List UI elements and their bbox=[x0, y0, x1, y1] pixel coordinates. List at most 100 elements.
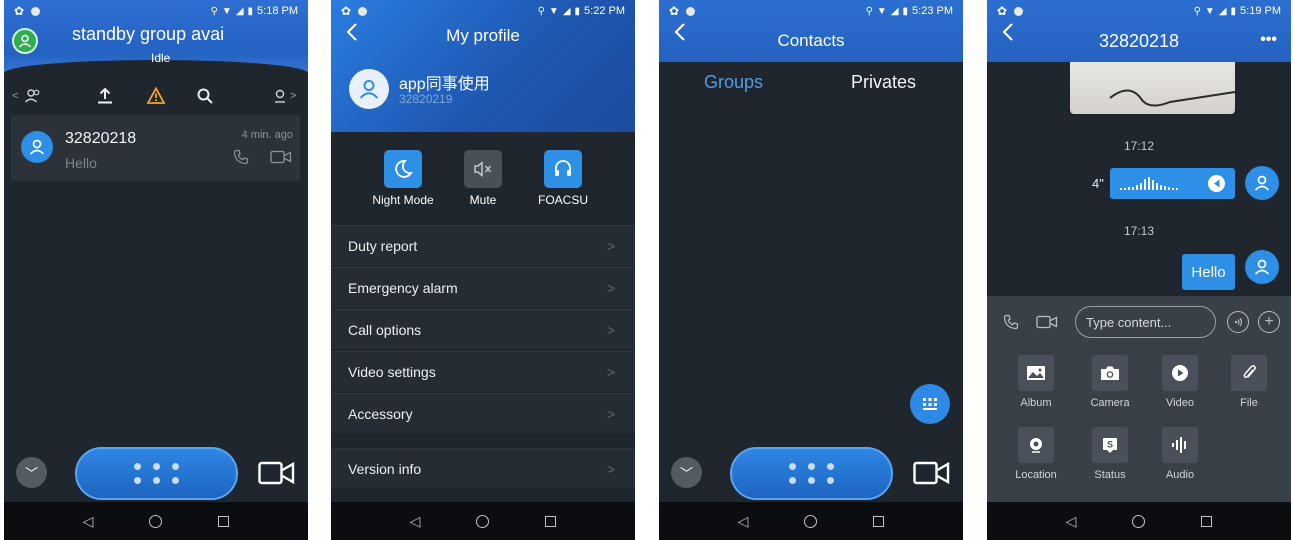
dialpad-button[interactable] bbox=[910, 384, 950, 424]
collapse-button[interactable]: ﹀ bbox=[16, 457, 47, 488]
users-icon[interactable] bbox=[24, 88, 42, 107]
recent-apps-icon[interactable] bbox=[218, 515, 230, 527]
foacsu-button[interactable]: FOACSU bbox=[525, 150, 601, 207]
chevron-down-icon: ﹀ bbox=[24, 466, 38, 481]
compose-panel: + Album Camera Video File Location S Sta… bbox=[987, 296, 1291, 502]
back-icon[interactable]: ◁ bbox=[410, 513, 421, 530]
location-icon[interactable] bbox=[272, 88, 288, 107]
push-to-talk-button[interactable] bbox=[730, 447, 893, 500]
video-call-icon[interactable] bbox=[1036, 314, 1058, 335]
recent-apps-icon[interactable] bbox=[1201, 515, 1213, 527]
add-icon[interactable]: + bbox=[1258, 311, 1280, 333]
play-icon[interactable] bbox=[1208, 175, 1225, 192]
list-item[interactable]: 32820218 Hello 4 min. ago bbox=[11, 115, 300, 181]
user-icon bbox=[18, 34, 32, 48]
waveform-icon bbox=[1120, 176, 1178, 190]
signal-icon: ◢ bbox=[562, 5, 571, 17]
menu-item-video-settings[interactable]: Video settings > bbox=[331, 351, 635, 391]
notification-dot-icon bbox=[686, 6, 696, 16]
more-options-icon[interactable]: ••• bbox=[1260, 31, 1277, 49]
recent-apps-icon[interactable] bbox=[873, 515, 885, 527]
cable-photo-icon bbox=[1109, 89, 1236, 107]
message-input[interactable] bbox=[1075, 306, 1216, 338]
chevron-right-icon: > bbox=[606, 405, 615, 422]
contacts-screen: ✿ ⚲ ▼ ◢ ▮ 5:23 PM Contacts Groups Privates ﹀… bbox=[659, 0, 963, 540]
phone-icon[interactable] bbox=[1003, 314, 1019, 335]
svg-text:S: S bbox=[1107, 440, 1113, 450]
status-time: 5:19 PM bbox=[1240, 5, 1281, 17]
home-icon[interactable] bbox=[1132, 514, 1146, 528]
menu-item-call-options[interactable]: Call options > bbox=[331, 309, 635, 349]
menu-item-label: Call options bbox=[348, 321, 422, 338]
left-arrow[interactable]: < bbox=[12, 90, 18, 102]
user-icon bbox=[1254, 175, 1270, 191]
voice-input-icon[interactable] bbox=[1227, 311, 1249, 333]
search-icon[interactable] bbox=[196, 87, 214, 108]
push-to-talk-button[interactable] bbox=[75, 447, 238, 500]
audio-button[interactable]: Audio bbox=[1150, 427, 1210, 481]
album-button[interactable]: Album bbox=[1006, 355, 1066, 409]
back-icon[interactable]: ◁ bbox=[1066, 513, 1077, 530]
status-bar: ✿ ⚲ ▼ ◢ ▮ 5:23 PM bbox=[659, 0, 963, 22]
warning-icon[interactable] bbox=[146, 86, 166, 109]
file-button[interactable]: File bbox=[1219, 355, 1279, 409]
paperclip-icon bbox=[1231, 355, 1267, 391]
collapse-button[interactable]: ﹀ bbox=[671, 457, 702, 488]
notification-dot-icon bbox=[31, 6, 41, 16]
video-play-icon bbox=[1162, 355, 1198, 391]
tab-groups[interactable]: Groups bbox=[704, 72, 763, 93]
home-toolbar: < > bbox=[4, 84, 308, 112]
upload-icon[interactable] bbox=[95, 86, 115, 109]
video-camera-button[interactable] bbox=[258, 460, 296, 486]
moon-icon bbox=[384, 150, 422, 188]
recent-apps-icon[interactable] bbox=[545, 515, 557, 527]
menu-item-accessory[interactable]: Accessory > bbox=[331, 393, 635, 433]
avatar[interactable] bbox=[12, 28, 38, 54]
status-label: Status bbox=[1094, 469, 1126, 481]
ptt-controls: ﹀ bbox=[4, 445, 308, 501]
video-button[interactable]: Video bbox=[1150, 355, 1210, 409]
mute-button[interactable]: Mute bbox=[445, 150, 521, 207]
chevron-right-icon: > bbox=[606, 237, 615, 254]
contact-name: 32820218 bbox=[65, 130, 137, 147]
system-nav-bar: ◁ bbox=[4, 502, 308, 540]
chevron-down-icon: ﹀ bbox=[679, 466, 693, 481]
album-label: Album bbox=[1020, 397, 1052, 409]
home-icon[interactable] bbox=[804, 514, 818, 528]
menu-item-emergency-alarm[interactable]: Emergency alarm > bbox=[331, 267, 635, 307]
right-arrow[interactable]: > bbox=[290, 90, 296, 102]
group-title: standby group avai bbox=[72, 24, 225, 44]
settings-status-icon: ✿ bbox=[341, 4, 352, 18]
status-button[interactable]: S Status bbox=[1080, 427, 1140, 481]
home-icon[interactable] bbox=[476, 514, 490, 528]
location-status-icon: ⚲ bbox=[1193, 5, 1201, 17]
tab-privates[interactable]: Privates bbox=[851, 72, 916, 93]
location-label: Location bbox=[1015, 469, 1057, 481]
menu-item-duty-report[interactable]: Duty report > bbox=[331, 225, 635, 265]
text-message[interactable]: Hello bbox=[1182, 254, 1235, 290]
battery-icon: ▮ bbox=[574, 5, 581, 17]
phone-icon[interactable] bbox=[233, 149, 249, 170]
signal-icon: ◢ bbox=[1218, 5, 1227, 17]
night-mode-button[interactable]: Night Mode bbox=[365, 150, 441, 207]
video-call-icon[interactable] bbox=[270, 149, 292, 168]
image-message[interactable] bbox=[1070, 62, 1236, 114]
user-id: 32820219 bbox=[399, 92, 453, 106]
home-screen: ✿ ⚲ ▼ ◢ ▮ 5:18 PM standby group avai Idle < … bbox=[4, 0, 308, 540]
menu-item-label: Duty report bbox=[348, 237, 418, 254]
page-title: Contacts bbox=[777, 31, 845, 50]
back-icon[interactable]: ◁ bbox=[738, 513, 749, 530]
chevron-right-icon: > bbox=[606, 460, 615, 477]
location-button[interactable]: Location bbox=[1006, 427, 1066, 481]
avatar[interactable] bbox=[349, 69, 389, 109]
home-icon[interactable] bbox=[149, 514, 163, 528]
avatar bbox=[21, 131, 53, 163]
menu-item-version-info[interactable]: Version info > bbox=[331, 448, 635, 488]
user-icon bbox=[1254, 259, 1270, 275]
headset-icon bbox=[544, 150, 582, 188]
video-camera-button[interactable] bbox=[913, 460, 951, 486]
camera-button[interactable]: Camera bbox=[1080, 355, 1140, 409]
back-icon[interactable]: ◁ bbox=[83, 513, 94, 530]
battery-icon: ▮ bbox=[1230, 5, 1237, 17]
voice-message[interactable] bbox=[1110, 168, 1235, 199]
